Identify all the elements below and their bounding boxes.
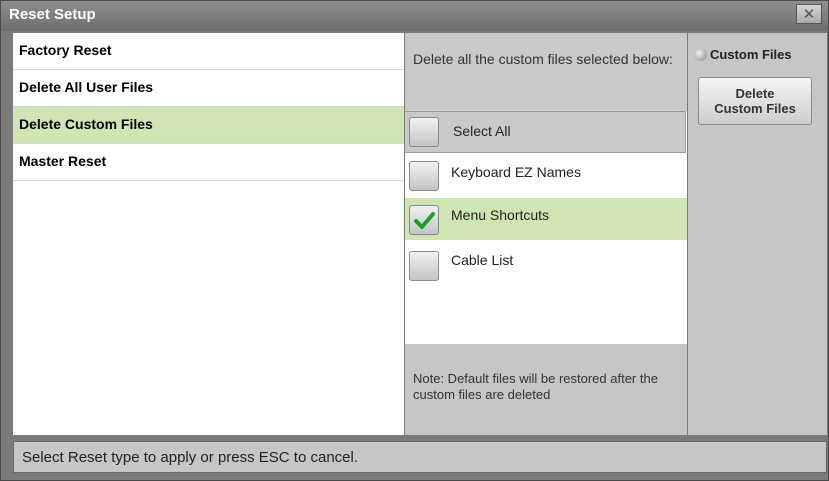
delete-button-line2: Custom Files: [714, 101, 796, 116]
checkmark-icon: [414, 212, 435, 229]
keyboard-ez-names-label: Keyboard EZ Names: [451, 164, 581, 180]
cable-list-checkbox[interactable]: [409, 251, 439, 281]
custom-files-radio-label: Custom Files: [710, 47, 792, 62]
option-menu-shortcuts[interactable]: Menu Shortcuts: [405, 198, 687, 240]
close-button[interactable]: ✕: [796, 4, 822, 24]
option-cable-list[interactable]: Cable List: [405, 244, 687, 286]
status-bar: Select Reset type to apply or press ESC …: [13, 441, 827, 473]
menu-shortcuts-checkbox[interactable]: [409, 205, 439, 235]
delete-custom-files-button[interactable]: Delete Custom Files: [698, 77, 812, 125]
delete-button-line1: Delete: [735, 86, 775, 101]
reset-item-factory[interactable]: Factory Reset: [13, 33, 404, 70]
select-all-option[interactable]: Select All: [405, 111, 686, 153]
reset-item-delete-custom-files[interactable]: Delete Custom Files: [13, 107, 404, 144]
status-text: Select Reset type to apply or press ESC …: [22, 449, 358, 466]
note-text: Note: Default files will be restored aft…: [413, 371, 658, 402]
window-title: Reset Setup: [9, 6, 96, 23]
option-keyboard-ez-names[interactable]: Keyboard EZ Names: [405, 154, 687, 196]
close-icon: ✕: [802, 6, 816, 23]
action-panel: Custom Files Delete Custom Files: [687, 33, 827, 435]
instruction-text: Delete all the custom files selected bel…: [413, 51, 673, 67]
cable-list-label: Cable List: [451, 252, 514, 268]
note-area: Note: Default files will be restored aft…: [405, 344, 687, 435]
reset-item-delete-all-user-files[interactable]: Delete All User Files: [13, 70, 404, 107]
menu-shortcuts-label: Menu Shortcuts: [451, 207, 550, 223]
radio-icon: [694, 48, 707, 61]
reset-setup-window: Reset Setup ✕ Factory Reset Delete All U…: [0, 0, 829, 481]
custom-files-radio[interactable]: Custom Files: [694, 47, 792, 62]
select-all-label: Select All: [453, 123, 511, 139]
keyboard-ez-names-checkbox[interactable]: [409, 161, 439, 191]
dialog-body: Factory Reset Delete All User Files Dele…: [13, 33, 827, 435]
reset-type-list: Factory Reset Delete All User Files Dele…: [13, 33, 405, 435]
instruction-area: Delete all the custom files selected bel…: [405, 33, 687, 111]
custom-files-panel: Delete all the custom files selected bel…: [405, 33, 687, 435]
select-all-checkbox[interactable]: [409, 117, 439, 147]
title-bar: Reset Setup ✕: [1, 1, 828, 31]
reset-item-master[interactable]: Master Reset: [13, 144, 404, 181]
